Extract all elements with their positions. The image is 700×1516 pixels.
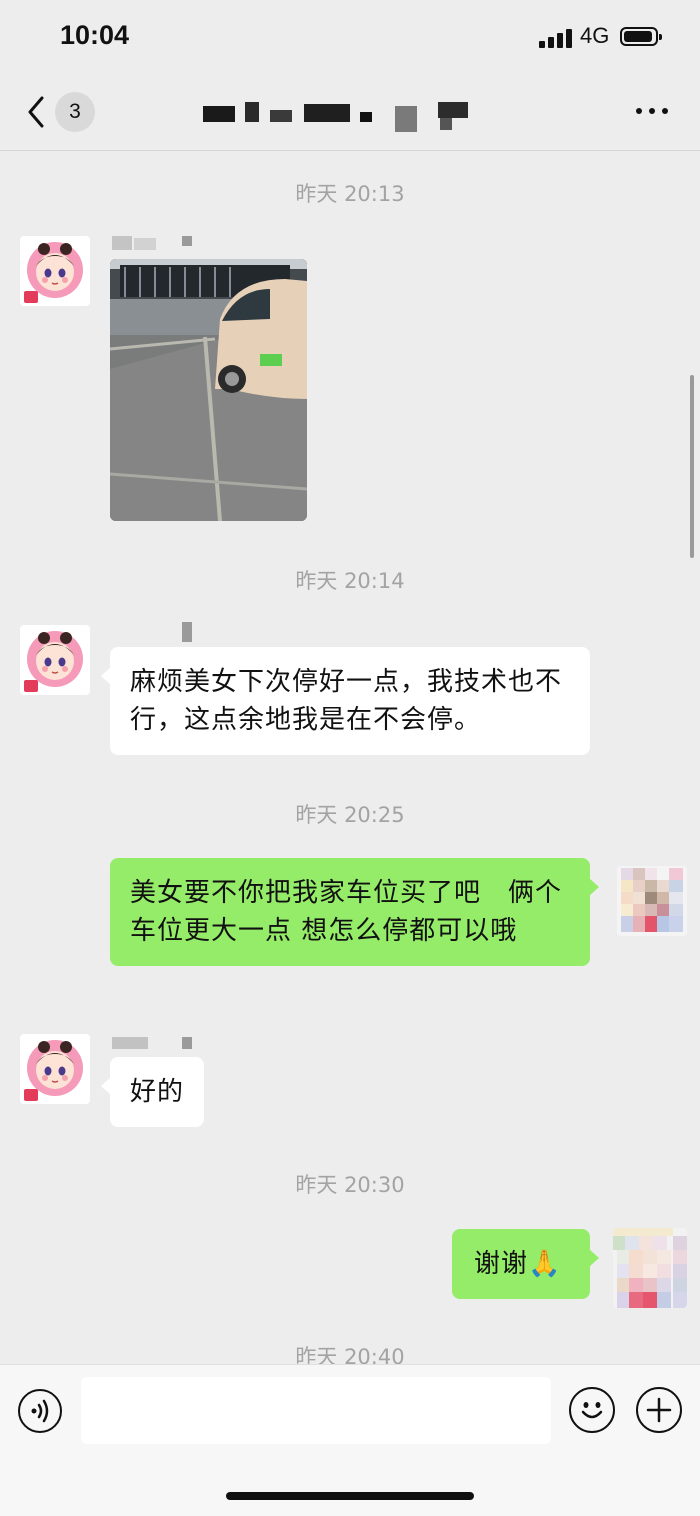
plus-icon[interactable] (636, 1387, 682, 1433)
timestamp: 昨天 20:25 (295, 803, 405, 827)
timestamp: 昨天 20:14 (295, 569, 405, 593)
avatar[interactable] (20, 1034, 90, 1104)
scroll-indicator[interactable] (690, 375, 694, 558)
network-type: 4G (580, 23, 610, 48)
emoji-icon[interactable] (569, 1387, 615, 1433)
image-message[interactable] (110, 259, 307, 521)
status-bar: 10:04 4G (0, 0, 700, 78)
message-bubble-sent[interactable]: 美女要不你把我家车位买了吧 俩个车位更大一点 想怎么停都可以哦 (110, 858, 599, 966)
sender-name-pixelated (112, 622, 192, 642)
message-input[interactable] (81, 1377, 551, 1444)
sender-name-pixelated (112, 1037, 192, 1051)
my-avatar-pixelated[interactable] (613, 1228, 687, 1308)
chevron-left-icon[interactable] (22, 92, 58, 132)
more-dots-icon[interactable] (636, 106, 670, 116)
status-time: 10:04 (60, 20, 130, 50)
my-avatar-pixelated[interactable] (617, 866, 687, 936)
message-bubble-sent[interactable]: 谢谢🙏 (452, 1229, 599, 1299)
avatar[interactable] (20, 625, 90, 695)
signal-icon (539, 28, 573, 48)
unread-badge[interactable]: 3 (55, 92, 95, 132)
message-bubble-received[interactable]: 麻烦美女下次停好一点，我技术也不行，这点余地我是在不会停。 (101, 647, 590, 755)
chat-header: 3 (0, 78, 700, 151)
voice-icon[interactable] (18, 1389, 62, 1433)
home-indicator[interactable] (226, 1492, 474, 1500)
timestamp: 昨天 20:30 (295, 1173, 405, 1197)
chat-title-pixelated (200, 98, 480, 134)
timestamp: 昨天 20:13 (295, 182, 405, 206)
battery-icon (620, 27, 662, 46)
sender-name-pixelated (112, 236, 192, 250)
message-bubble-received[interactable]: 好的 (100, 1057, 205, 1127)
avatar[interactable] (20, 236, 90, 306)
